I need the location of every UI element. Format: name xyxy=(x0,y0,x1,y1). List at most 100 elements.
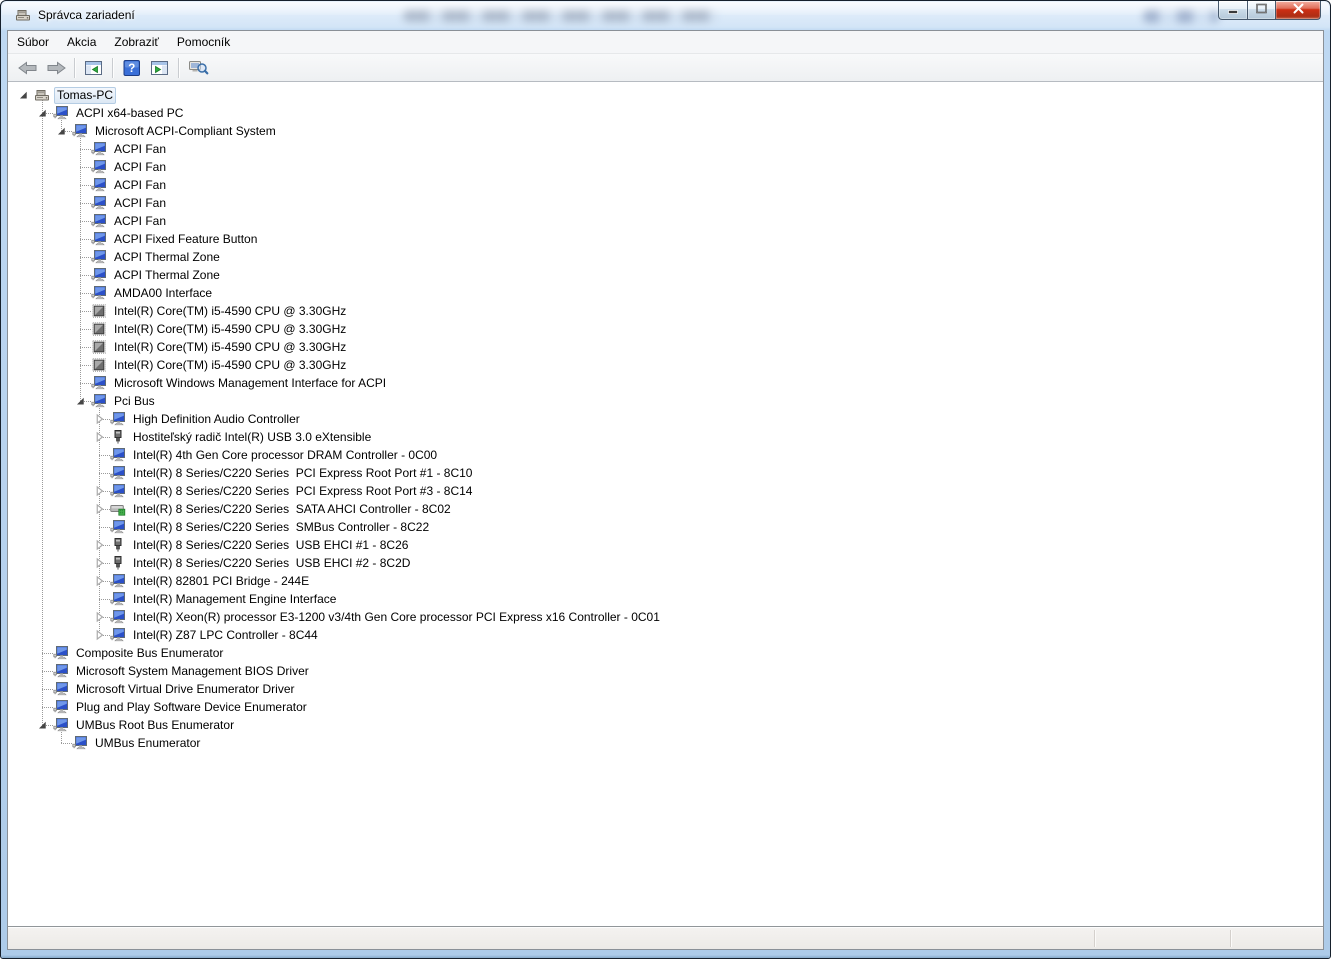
tree-item[interactable]: Intel(R) 8 Series/C220 Series PCI Expres… xyxy=(8,482,1323,500)
cpu-icon xyxy=(91,303,107,319)
tree-item[interactable]: Intel(R) 4th Gen Core processor DRAM Con… xyxy=(8,446,1323,464)
tree-item[interactable]: ACPI Fan xyxy=(8,194,1323,212)
no-expander xyxy=(73,248,87,266)
maximize-button[interactable] xyxy=(1247,1,1276,20)
system-device-icon xyxy=(110,447,126,463)
tree-item-label: ACPI Thermal Zone xyxy=(114,249,220,264)
tree-item[interactable]: Intel(R) 8 Series/C220 Series USB EHCI #… xyxy=(8,554,1323,572)
tree-item[interactable]: Intel(R) Z87 LPC Controller - 8C44 xyxy=(8,626,1323,644)
client-area: Súbor Akcia Zobraziť Pomocník ? Tomas-PC ACP… xyxy=(7,30,1324,950)
expander-expanded-icon[interactable] xyxy=(16,86,30,104)
expander-expanded-icon[interactable] xyxy=(54,122,68,140)
tree-item-label: ACPI Fan xyxy=(114,177,167,192)
system-device-icon xyxy=(91,195,107,211)
tree-item[interactable]: Composite Bus Enumerator xyxy=(8,644,1323,662)
window-title: Správca zariadení xyxy=(38,8,135,22)
tree-item[interactable]: Microsoft Virtual Drive Enumerator Drive… xyxy=(8,680,1323,698)
device-manager-window: Správca zariadení Súbor Akcia Zobraziť Pomo xyxy=(0,0,1331,959)
tree-item[interactable]: ACPI Fan xyxy=(8,140,1323,158)
menu-item-akcia[interactable]: Akcia xyxy=(58,32,105,53)
tree-item[interactable]: ACPI Fan xyxy=(8,158,1323,176)
expander-collapsed-icon[interactable] xyxy=(92,554,106,572)
system-device-icon xyxy=(110,573,126,589)
tree-item[interactable]: Pci Bus xyxy=(8,392,1323,410)
menu-item-subor[interactable]: Súbor xyxy=(8,32,58,53)
expander-collapsed-icon[interactable] xyxy=(92,410,106,428)
usb-icon xyxy=(110,555,126,571)
expander-collapsed-icon[interactable] xyxy=(92,536,106,554)
tree-item-label: Microsoft System Management BIOS Driver xyxy=(76,663,309,678)
scan-hardware-changes-button[interactable] xyxy=(185,56,211,80)
expander-collapsed-icon[interactable] xyxy=(92,500,106,518)
forward-button[interactable] xyxy=(43,56,69,80)
tree-item[interactable]: ACPI Fan xyxy=(8,212,1323,230)
expander-collapsed-icon[interactable] xyxy=(92,428,106,446)
back-button[interactable] xyxy=(15,56,41,80)
tree-item-label: Intel(R) 8 Series/C220 Series PCI Expres… xyxy=(133,483,473,498)
redacted-title-blur xyxy=(403,10,718,22)
tree-item-label: Intel(R) Management Engine Interface xyxy=(133,591,337,606)
console-tree-icon xyxy=(84,60,104,76)
window-controls xyxy=(1218,1,1321,20)
tree-item[interactable]: Intel(R) Core(TM) i5-4590 CPU @ 3.30GHz xyxy=(8,302,1323,320)
system-device-icon xyxy=(110,411,126,427)
tree-item[interactable]: Intel(R) Core(TM) i5-4590 CPU @ 3.30GHz xyxy=(8,320,1323,338)
tree-item-label: UMBus Enumerator xyxy=(95,735,201,750)
action-pane-toggle-button[interactable] xyxy=(147,56,173,80)
tree-item-label: Intel(R) Z87 LPC Controller - 8C44 xyxy=(133,627,318,642)
expander-collapsed-icon[interactable] xyxy=(92,572,106,590)
tree-item[interactable]: ACPI Thermal Zone xyxy=(8,248,1323,266)
tree-item[interactable]: Intel(R) 82801 PCI Bridge - 244E xyxy=(8,572,1323,590)
tree-item[interactable]: Tomas-PC xyxy=(8,86,1323,104)
expander-expanded-icon[interactable] xyxy=(73,392,87,410)
tree-item[interactable]: UMBus Enumerator xyxy=(8,734,1323,752)
tree-panel[interactable]: Tomas-PC ACPI x64-based PC Microsoft ACPI-… xyxy=(8,82,1323,927)
expander-collapsed-icon[interactable] xyxy=(92,482,106,500)
tree-item[interactable]: Microsoft Windows Management Interface f… xyxy=(8,374,1323,392)
tree-item[interactable]: Intel(R) Core(TM) i5-4590 CPU @ 3.30GHz xyxy=(8,338,1323,356)
tree-item[interactable]: ACPI x64-based PC xyxy=(8,104,1323,122)
cpu-icon xyxy=(91,339,107,355)
tree-item-label: Intel(R) Core(TM) i5-4590 CPU @ 3.30GHz xyxy=(114,321,347,336)
menu-item-zobrazit[interactable]: Zobraziť xyxy=(105,32,168,53)
no-expander xyxy=(92,590,106,608)
tree-item-label: ACPI x64-based PC xyxy=(76,105,184,120)
system-device-icon xyxy=(110,609,126,625)
no-expander xyxy=(73,374,87,392)
tree-item[interactable]: UMBus Root Bus Enumerator xyxy=(8,716,1323,734)
tree-item[interactable]: Intel(R) Management Engine Interface xyxy=(8,590,1323,608)
tree-item[interactable]: ACPI Fan xyxy=(8,176,1323,194)
tree-item[interactable]: Intel(R) 8 Series/C220 Series PCI Expres… xyxy=(8,464,1323,482)
tree-item[interactable]: Microsoft System Management BIOS Driver xyxy=(8,662,1323,680)
expander-expanded-icon[interactable] xyxy=(35,716,49,734)
system-device-icon xyxy=(91,141,107,157)
tree-item[interactable]: AMDA00 Interface xyxy=(8,284,1323,302)
tree-item[interactable]: Hostiteľský radič Intel(R) USB 3.0 eXten… xyxy=(8,428,1323,446)
tree-item-label: Intel(R) 8 Series/C220 Series USB EHCI #… xyxy=(133,537,409,552)
tree-item[interactable]: Plug and Play Software Device Enumerator xyxy=(8,698,1323,716)
no-expander xyxy=(54,734,68,752)
tree-item[interactable]: High Definition Audio Controller xyxy=(8,410,1323,428)
console-tree-toggle-button[interactable] xyxy=(81,56,107,80)
system-device-icon xyxy=(53,645,69,661)
close-button[interactable] xyxy=(1275,1,1321,20)
tree-item[interactable]: ACPI Thermal Zone xyxy=(8,266,1323,284)
expander-expanded-icon[interactable] xyxy=(35,104,49,122)
tree-item-label: Intel(R) 4th Gen Core processor DRAM Con… xyxy=(133,447,438,462)
title-bar[interactable]: Správca zariadení xyxy=(1,1,1330,30)
tree-item[interactable]: Intel(R) 8 Series/C220 Series USB EHCI #… xyxy=(8,536,1323,554)
tree-item[interactable]: Intel(R) 8 Series/C220 Series SATA AHCI … xyxy=(8,500,1323,518)
tree-item[interactable]: ACPI Fixed Feature Button xyxy=(8,230,1323,248)
expander-collapsed-icon[interactable] xyxy=(92,626,106,644)
tree-item[interactable]: Microsoft ACPI-Compliant System xyxy=(8,122,1323,140)
tree-item[interactable]: Intel(R) Xeon(R) processor E3-1200 v3/4t… xyxy=(8,608,1323,626)
tree-item[interactable]: Intel(R) 8 Series/C220 Series SMBus Cont… xyxy=(8,518,1323,536)
help-button[interactable]: ? xyxy=(119,56,145,80)
minimize-button[interactable] xyxy=(1218,1,1248,20)
no-expander xyxy=(73,176,87,194)
expander-collapsed-icon[interactable] xyxy=(92,608,106,626)
system-device-icon xyxy=(91,159,107,175)
menu-item-pomocnik[interactable]: Pomocník xyxy=(168,32,239,53)
tree-item[interactable]: Intel(R) Core(TM) i5-4590 CPU @ 3.30GHz xyxy=(8,356,1323,374)
tree-item-label: Intel(R) 8 Series/C220 Series SMBus Cont… xyxy=(133,519,430,534)
